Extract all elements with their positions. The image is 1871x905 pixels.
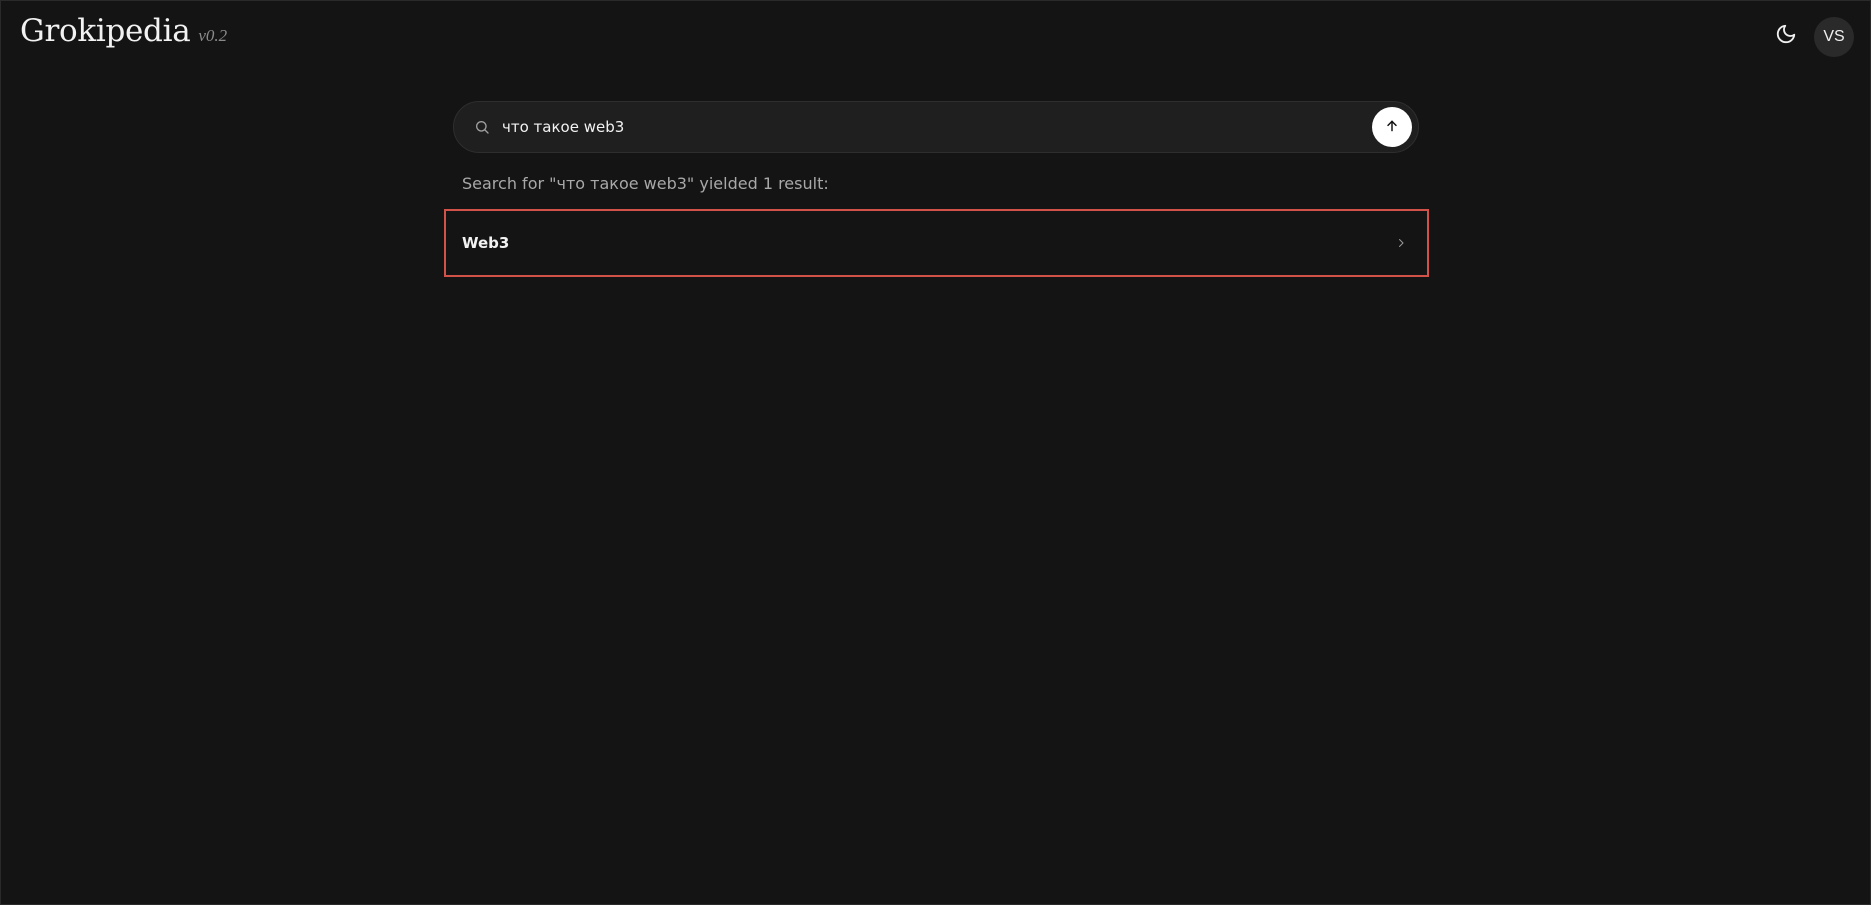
moon-icon — [1775, 23, 1797, 49]
results-summary: Search for "что такое web3" yielded 1 re… — [462, 174, 829, 193]
top-bar: Grokipedia v0.2 VS — [1, 1, 1870, 73]
search-submit-button[interactable] — [1372, 107, 1412, 147]
chevron-right-icon — [1395, 237, 1407, 249]
logo-version: v0.2 — [198, 26, 228, 45]
search-icon — [472, 117, 492, 137]
arrow-up-icon — [1384, 118, 1400, 137]
theme-toggle-button[interactable] — [1771, 21, 1801, 51]
avatar-initials: VS — [1823, 28, 1845, 45]
avatar[interactable]: VS — [1814, 17, 1854, 57]
result-item-web3[interactable]: Web3 — [444, 209, 1429, 277]
logo-name: Grokipedia — [20, 13, 191, 49]
search-box[interactable] — [453, 101, 1419, 153]
page: Grokipedia v0.2 VS что такое web3 Search… — [0, 0, 1871, 905]
search-input[interactable] — [500, 101, 1372, 153]
logo[interactable]: Grokipedia v0.2 — [20, 13, 227, 49]
result-title: Web3 — [462, 234, 510, 252]
